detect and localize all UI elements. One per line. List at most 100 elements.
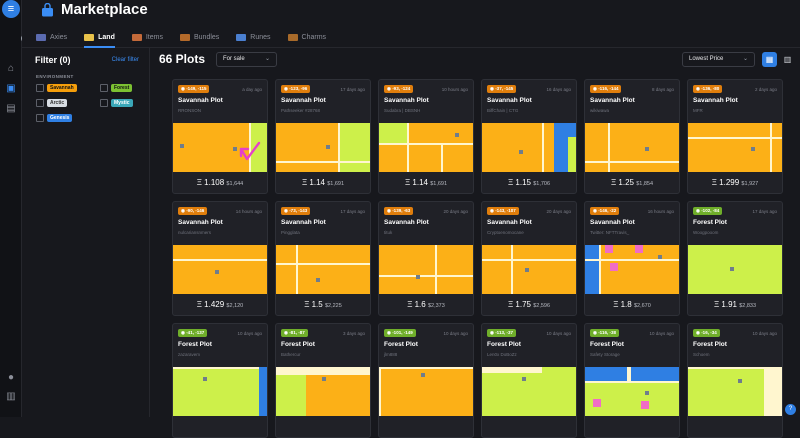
plot-marker (215, 270, 219, 274)
terrain-tile (688, 123, 782, 172)
plot-price: Ξ 1.25 $1,854 (585, 178, 679, 187)
plot-name: Forest Plot (281, 341, 315, 348)
grid-view-icon[interactable]: ▦ (762, 52, 777, 67)
plot-card[interactable]: ◉ -102, -84 17 days ago Forest Plot Woogpoo… (687, 201, 783, 316)
coordinate-badge: ◉ -136, -80 (693, 85, 723, 93)
bundles-icon (179, 34, 190, 41)
tab-land[interactable]: Land (84, 27, 115, 48)
trash-icon[interactable]: ▥ (4, 390, 18, 404)
plot-card[interactable]: ◉ -143, -107 20 days ago Savannah Plot Cryp… (481, 201, 577, 316)
plot-price: Ξ 1.14 $1,691 (276, 178, 370, 187)
plot-marker (203, 377, 207, 381)
plot-card[interactable]: ◉ -146, -22 16 hours ago Savannah Plot Twit… (584, 201, 680, 316)
plot-name: Savannah Plot (178, 97, 223, 104)
terrain-tile (585, 245, 599, 294)
plot-name: Savannah Plot (590, 97, 635, 104)
filter-option-savannah[interactable]: Savannah (36, 84, 77, 92)
listed-time: 16 days ago (546, 87, 571, 92)
coordinate-badge: ◉ -93, -124 (384, 85, 414, 93)
plot-card[interactable]: ◉ -116, -38 10 days ago Forest Plot Safety … (584, 323, 680, 438)
plot-card[interactable]: ◉ -90, -146 14 hours ago Savannah Plot nulc… (172, 201, 268, 316)
filter-option-genesis[interactable]: Genesis (36, 114, 73, 122)
terrain-tile (585, 367, 679, 383)
checkbox[interactable] (100, 99, 108, 107)
tab-bundles[interactable]: Bundles (179, 27, 219, 48)
chevron-down-icon: ⌄ (742, 56, 748, 62)
plot-name: Forest Plot (590, 341, 624, 348)
plot-card[interactable]: ◉ -116, -144 8 days ago Savannah Plot wikiw… (584, 79, 680, 194)
map-view-icon[interactable]: ▥ (780, 52, 795, 67)
plot-price: Ξ 1.91 $2,833 (688, 300, 782, 309)
marketplace-icon[interactable]: ▣ (4, 82, 18, 96)
sort-select[interactable]: Lowest Price ⌄ (682, 52, 755, 67)
plot-map-thumbnail (585, 245, 679, 294)
checkbox[interactable] (36, 84, 44, 92)
filter-option-forest[interactable]: Forest (100, 84, 133, 92)
usd-price: $2,833 (739, 303, 757, 309)
listed-time: 16 hours ago (647, 209, 674, 214)
terrain-tile (338, 123, 340, 172)
plot-card[interactable]: ◉ -16, -34 10 days ago Forest Plot Schoem (687, 323, 783, 438)
terrain-tile (407, 123, 409, 172)
plot-card[interactable]: ◉ -41, -137 10 days ago Forest Plot zazarav… (172, 323, 268, 438)
usd-price: $2,670 (633, 303, 651, 309)
plot-marker (416, 275, 420, 279)
plot-map-thumbnail (688, 245, 782, 294)
tab-charms[interactable]: Charms (287, 27, 326, 48)
plot-price: Ξ 1.8 $2,670 (585, 300, 679, 309)
listed-time: 2 days ago (754, 87, 777, 92)
listed-time: 3 days ago (342, 331, 365, 336)
coordinate-text: -90, -146 (186, 208, 205, 213)
plot-card[interactable]: ◉ -139, -63 20 days ago Savannah Plot tituk… (378, 201, 474, 316)
plot-price: Ξ 1.6 $2,373 (379, 300, 473, 309)
plot-owner: Len0x DoBoZz (487, 352, 517, 357)
plot-card[interactable]: ◉ -93, -124 10 hours ago Savannah Plot Suda… (378, 79, 474, 194)
home-icon[interactable]: ⌂ (4, 62, 18, 76)
plot-marker (525, 268, 529, 272)
clear-filter-button[interactable]: Clear filter (112, 57, 139, 63)
terrain-tile (599, 245, 601, 294)
plot-owner: Pathseeker #28768 (281, 108, 321, 113)
app-logo[interactable]: ≡ (2, 0, 20, 18)
plot-card[interactable]: ◉ -73, -143 17 days ago Savannah Plot Pingg… (275, 201, 371, 316)
checkbox[interactable] (100, 84, 108, 92)
checkbox[interactable] (36, 99, 44, 107)
plot-name: Savannah Plot (487, 219, 532, 226)
plot-name: Savannah Plot (693, 97, 738, 104)
plot-card[interactable]: ◉ -136, -80 2 days ago Savannah Plot MFR Ξ 1… (687, 79, 783, 194)
tab-items[interactable]: Items (131, 27, 163, 48)
help-icon[interactable]: ? (785, 404, 796, 415)
terrain-tile (511, 245, 513, 294)
plot-card[interactable]: ◉ -101, -149 10 days ago Forest Plot jlm888 (378, 323, 474, 438)
user-icon[interactable]: ● (4, 371, 18, 385)
plot-card[interactable]: ◉ -81, -87 3 days ago Forest Plot Bathercur (275, 323, 371, 438)
plot-marker (738, 379, 742, 383)
terrain-tile (770, 123, 772, 172)
eth-price: Ξ 1.14 (301, 178, 325, 187)
tab-axies[interactable]: Axies (36, 27, 67, 48)
plot-name: Forest Plot (178, 341, 212, 348)
terrain-tile (627, 367, 631, 383)
plot-card[interactable]: ◉ -149, -115 a day ago Savannah Plot RRONSO… (172, 79, 268, 194)
tab-runes[interactable]: Runes (236, 27, 271, 48)
eth-price: Ξ 1.429 (196, 300, 225, 309)
terrain-tile (340, 123, 370, 172)
plot-card[interactable]: ◉ -37, -145 16 days ago Savannah Plot BiffC… (481, 79, 577, 194)
terrain-tile (379, 275, 473, 277)
book-icon[interactable]: ▤ (4, 102, 18, 116)
terrain-tile (593, 399, 601, 407)
plot-name: Savannah Plot (384, 97, 429, 104)
plot-map-thumbnail (173, 245, 267, 294)
plot-card[interactable]: ◉ -123, -96 17 days ago Savannah Plot Paths… (275, 79, 371, 194)
filter-option-arctic[interactable]: Arctic (36, 99, 68, 107)
coordinate-badge: ◉ -81, -87 (281, 329, 308, 337)
plot-price: Ξ 1.299 $1,927 (688, 178, 782, 187)
checkbox[interactable] (36, 114, 44, 122)
coordinate-text: -143, -107 (495, 208, 516, 213)
sale-filter-select[interactable]: For sale ⌄ (216, 52, 277, 67)
plot-owner: zazaravem (178, 352, 201, 357)
tab-label: Axies (50, 34, 68, 41)
coordinate-text: -37, -145 (495, 86, 514, 91)
plot-card[interactable]: ◉ -113, -37 10 days ago Forest Plot Len0x D… (481, 323, 577, 438)
filter-option-mystic[interactable]: Mystic (100, 99, 133, 107)
